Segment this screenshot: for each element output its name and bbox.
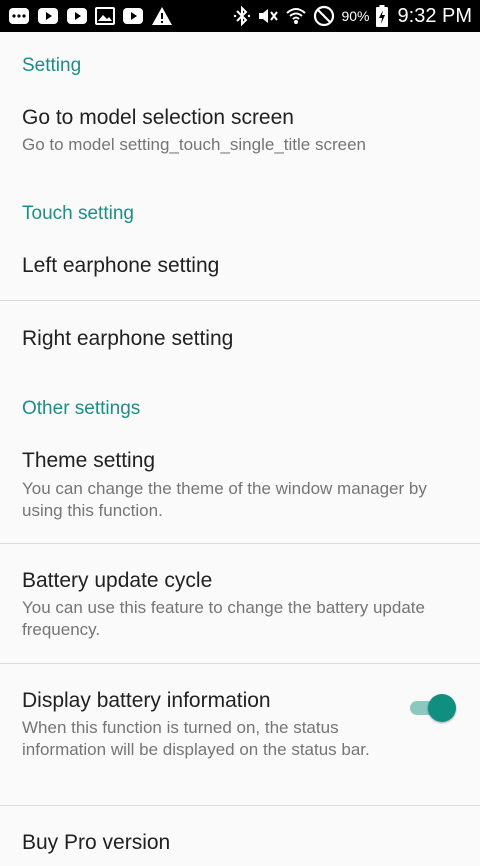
do-not-disturb-icon <box>313 5 335 27</box>
model-selection-item[interactable]: Go to model selection screen Go to model… <box>0 94 480 170</box>
notification-icons <box>8 6 173 26</box>
buy-pro-item[interactable]: Buy Pro version <box>0 806 480 866</box>
battery-update-cycle-summary: You can use this feature to change the b… <box>22 598 425 639</box>
youtube-icon <box>66 7 88 25</box>
theme-setting-summary: You can change the theme of the window m… <box>22 479 427 520</box>
youtube-icon <box>122 7 144 25</box>
system-icons: 90% 9:32 PM <box>233 5 472 28</box>
theme-setting-item[interactable]: Theme setting You can change the theme o… <box>0 436 480 542</box>
display-battery-info-item[interactable]: Display battery information When this fu… <box>0 664 480 804</box>
status-bar: 90% 9:32 PM <box>0 0 480 32</box>
right-earphone-item[interactable]: Right earphone setting <box>0 301 480 373</box>
model-selection-title: Go to model selection screen <box>22 106 294 129</box>
category-touch-setting: Touch setting <box>22 203 134 224</box>
battery-update-cycle-title: Battery update cycle <box>22 569 213 592</box>
image-icon <box>95 7 115 25</box>
category-other-settings: Other settings <box>22 398 141 419</box>
youtube-icon <box>37 7 59 25</box>
buy-pro-title: Buy Pro version <box>22 831 171 854</box>
wifi-icon <box>285 5 307 27</box>
display-battery-info-toggle[interactable] <box>410 694 456 722</box>
category-setting: Setting <box>22 55 82 76</box>
message-icon <box>8 7 30 25</box>
left-earphone-item[interactable]: Left earphone setting <box>0 236 480 300</box>
display-battery-info-summary: When this function is turned on, the sta… <box>22 718 370 759</box>
left-earphone-title: Left earphone setting <box>22 254 220 277</box>
warning-icon <box>151 6 173 26</box>
mute-icon <box>257 6 279 26</box>
bluetooth-icon <box>233 5 251 27</box>
theme-setting-title: Theme setting <box>22 449 156 472</box>
battery-update-cycle-item[interactable]: Battery update cycle You can use this fe… <box>0 544 480 662</box>
battery-charging-icon <box>375 5 388 27</box>
battery-percent: 90% <box>341 8 370 24</box>
toggle-thumb <box>428 694 456 722</box>
model-selection-summary: Go to model setting_touch_single_title s… <box>22 135 366 154</box>
display-battery-info-title: Display battery information <box>22 689 271 712</box>
clock: 9:32 PM <box>397 4 472 27</box>
right-earphone-title: Right earphone setting <box>22 327 234 350</box>
